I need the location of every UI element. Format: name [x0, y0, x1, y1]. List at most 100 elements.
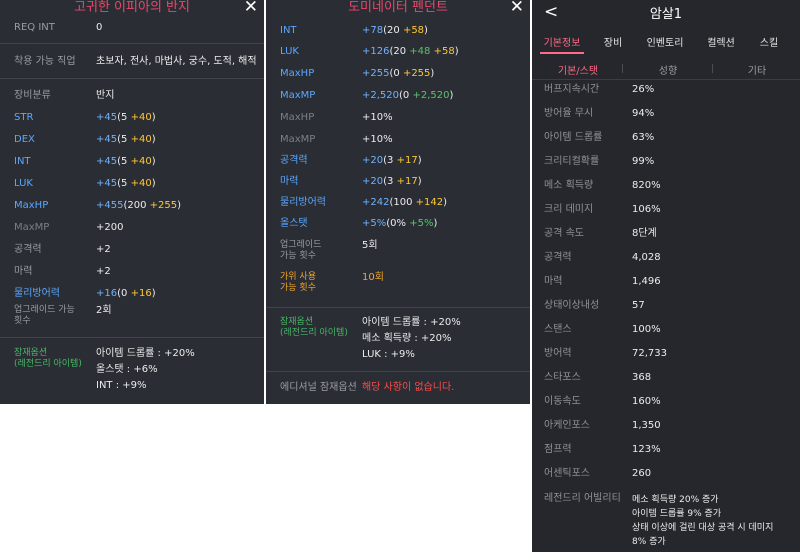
stat-label: 아이템 드롭률	[544, 132, 603, 143]
sub-tabs: 기본/스탯 성향 기타	[532, 58, 800, 80]
potential-label: 잠재옵션 (레전드리 아이템)	[14, 348, 82, 369]
stat-value: 100%	[632, 324, 661, 335]
stat-value: 4,028	[632, 252, 661, 263]
character-name: 암살1	[649, 7, 683, 22]
stat-value: +10%	[362, 134, 393, 145]
stat-value: 8단계	[632, 228, 657, 239]
stat-label: MaxHP	[280, 68, 315, 79]
stat-label: STR	[14, 112, 34, 123]
stat-value: 99%	[632, 156, 655, 167]
subtab-basic-stats[interactable]: 기본/스탯	[538, 62, 618, 77]
stat-label: MaxHP	[280, 112, 315, 123]
divider	[712, 64, 713, 73]
stat-label: 이동속도	[544, 396, 581, 407]
active-tab-indicator	[540, 52, 584, 54]
divider	[0, 337, 264, 338]
item-title: 도미네이터 펜던트	[348, 0, 448, 15]
stat-value: +10%	[362, 112, 393, 123]
legendary-line: 메소 획득량 20% 증가	[632, 495, 719, 505]
close-icon[interactable]: ✕	[510, 0, 524, 16]
stat-label: 공격 속도	[544, 228, 584, 239]
stat-value: +126(20 +48 +58)	[362, 46, 459, 57]
stat-value: +5%(0% +5%)	[362, 218, 438, 229]
item-tooltip-pendant: 도미네이터 펜던트 ✕ INT +78(20 +58) LUK +126(20 …	[266, 0, 530, 404]
stat-value: +45(5 +40)	[96, 178, 156, 189]
stat-value: 94%	[632, 108, 655, 119]
stat-label: MaxMP	[14, 222, 50, 233]
stat-value: 반지	[96, 90, 115, 101]
stat-label: 마력	[280, 176, 299, 187]
stat-value: +200	[96, 222, 124, 233]
stat-label: 스탠스	[544, 324, 572, 335]
stat-label: 아케인포스	[544, 420, 590, 431]
tab-equipment[interactable]: 장비	[598, 34, 628, 49]
stat-label: 스타포스	[544, 372, 581, 383]
tab-basic-info[interactable]: 기본정보	[540, 34, 584, 49]
stat-value: 820%	[632, 180, 661, 191]
stat-label: 상태이상내성	[544, 300, 600, 311]
tab-inventory[interactable]: 인벤토리	[640, 34, 690, 49]
stat-value: +16(0 +16)	[96, 288, 156, 299]
item-tooltip-ring: 고귀한 이피아의 반지 ✕ REQ INT 0 착용 가능 직업 초보자, 전사…	[0, 0, 264, 404]
stat-label: 마력	[544, 276, 563, 287]
stat-value: +20(3 +17)	[362, 155, 422, 166]
stat-value: +2	[96, 244, 111, 255]
main-tabs: 기본정보 장비 인벤토리 컬렉션 스킬	[532, 34, 800, 56]
tab-skill[interactable]: 스킬	[754, 34, 784, 49]
stat-label: 업그레이드 가능 횟수	[14, 305, 75, 326]
stat-value: 10회	[362, 272, 384, 283]
stat-label: 크리 데미지	[544, 204, 594, 215]
tab-collection[interactable]: 컬렉션	[700, 34, 742, 49]
stat-value: 1,350	[632, 420, 661, 431]
divider	[266, 371, 530, 372]
stat-label: 공격력	[280, 155, 308, 166]
additional-value: 해당 사항이 없습니다.	[362, 382, 455, 393]
stat-label: 공격력	[14, 244, 42, 255]
potential-line: 아이템 드롭률 : +20%	[96, 348, 195, 359]
stat-value: 57	[632, 300, 645, 311]
stat-label: MaxMP	[280, 90, 316, 101]
stat-label: 물리방어력	[280, 197, 326, 208]
stat-value: 368	[632, 372, 652, 383]
stat-value: +242(100 +142)	[362, 197, 448, 208]
stat-value: 0	[96, 22, 103, 33]
legendary-line: 상태 이상에 걸린 대상 공격 시 데미지	[632, 523, 774, 533]
stat-label: 버프지속시간	[544, 84, 600, 95]
stat-value: 72,733	[632, 348, 667, 359]
stat-value: +78(20 +58)	[362, 25, 428, 36]
potential-label: 잠재옵션 (레전드리 아이템)	[280, 317, 348, 338]
subtab-etc[interactable]: 기타	[718, 62, 796, 77]
potential-line: INT : +9%	[96, 380, 147, 391]
additional-label: 에디셔널 잠재옵션	[280, 382, 357, 393]
potential-line: 아이템 드롭률 : +20%	[362, 317, 461, 328]
stat-value: +2	[96, 266, 111, 277]
stat-label: 메소 획득량	[544, 180, 594, 191]
close-icon[interactable]: ✕	[244, 0, 258, 16]
stat-value: +2,520(0 +2,520)	[362, 90, 454, 101]
legendary-line: 8% 증가	[632, 537, 666, 547]
subtab-disposition[interactable]: 성향	[628, 62, 708, 77]
stat-label: LUK	[280, 46, 299, 57]
stat-label: MaxHP	[14, 200, 49, 211]
stat-value: 2회	[96, 305, 112, 316]
stat-label: REQ INT	[14, 22, 55, 33]
potential-line: 올스탯 : +6%	[96, 364, 158, 375]
stat-value: +255(0 +255)	[362, 68, 435, 79]
divider	[0, 78, 264, 79]
stat-label: 마력	[14, 266, 33, 277]
stat-label: 가위 사용 가능 횟수	[280, 272, 316, 293]
character-info-panel: < 암살1 기본정보 장비 인벤토리 컬렉션 스킬 기본/스탯 성향 기타 버프…	[532, 0, 800, 552]
legendary-ability-label: 레전드리 어빌리티	[544, 493, 621, 504]
divider	[266, 307, 530, 308]
stat-label: 점프력	[544, 444, 572, 455]
divider	[622, 64, 623, 73]
stat-value: +20(3 +17)	[362, 176, 422, 187]
stat-label: 크리티컬확률	[544, 156, 600, 167]
potential-line: LUK : +9%	[362, 349, 415, 360]
stat-label: 장비분류	[14, 90, 51, 101]
stat-label: 방어력	[544, 348, 572, 359]
potential-line: 메소 획득량 : +20%	[362, 333, 452, 344]
stat-value: 63%	[632, 132, 655, 143]
stat-label: DEX	[14, 134, 35, 145]
stat-label: MaxMP	[280, 134, 316, 145]
